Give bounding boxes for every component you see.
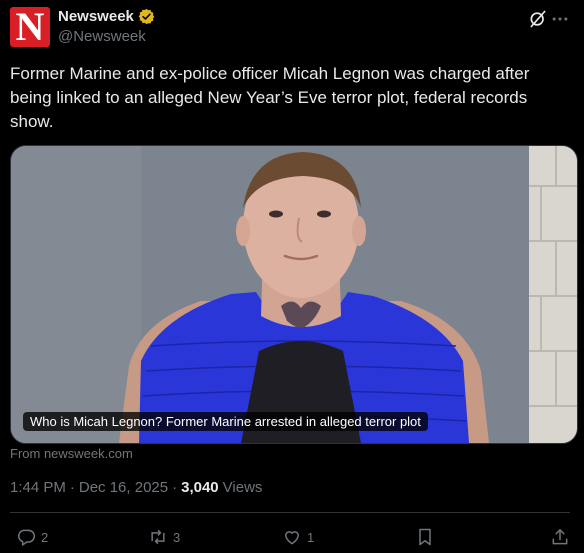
- meta-separator: ·: [172, 479, 178, 496]
- bookmark-icon: [419, 528, 431, 546]
- like-icon: [285, 531, 299, 545]
- verified-badge-icon: [138, 8, 155, 25]
- tweet-header: N Newsweek @Newsweek: [10, 7, 570, 47]
- tweet-text: Former Marine and ex-police officer Mica…: [10, 64, 530, 131]
- share-icon: [552, 529, 568, 545]
- tweet-time[interactable]: 1:44 PM: [10, 479, 66, 496]
- name-row: Newsweek: [58, 8, 155, 25]
- repost-button[interactable]: 3: [148, 527, 180, 547]
- reply-button[interactable]: 2: [16, 527, 48, 547]
- avatar-logo-letter: N: [15, 7, 45, 47]
- divider: [10, 512, 570, 513]
- mugshot-photo: [11, 146, 577, 443]
- meta-separator: ·: [69, 479, 75, 496]
- bookmark-button[interactable]: [415, 527, 435, 547]
- display-name[interactable]: Newsweek: [58, 8, 134, 25]
- like-count: 1: [307, 529, 315, 545]
- repost-icon: [151, 529, 165, 545]
- tweet-meta: 1:44 PM · Dec 16, 2025 · 3,040 Views: [10, 479, 262, 496]
- handle[interactable]: @Newsweek: [58, 28, 146, 45]
- reply-count: 2: [41, 529, 49, 545]
- action-bar: 2 3 1: [10, 520, 570, 553]
- repost-count: 3: [173, 529, 181, 545]
- media-caption[interactable]: Who is Micah Legnon? Former Marine arres…: [23, 412, 428, 431]
- share-button[interactable]: [550, 527, 570, 547]
- link-source[interactable]: From newsweek.com: [10, 446, 133, 461]
- grok-icon[interactable]: [528, 9, 548, 29]
- reply-icon: [18, 529, 36, 546]
- views-count: 3,040: [181, 479, 219, 496]
- tweet-date[interactable]: Dec 16, 2025: [79, 479, 168, 496]
- views-label: Views: [222, 479, 263, 496]
- link-card-media[interactable]: Who is Micah Legnon? Former Marine arres…: [10, 145, 578, 444]
- like-button[interactable]: 1: [282, 527, 314, 547]
- more-options-icon[interactable]: [550, 9, 570, 29]
- avatar[interactable]: N: [10, 7, 50, 47]
